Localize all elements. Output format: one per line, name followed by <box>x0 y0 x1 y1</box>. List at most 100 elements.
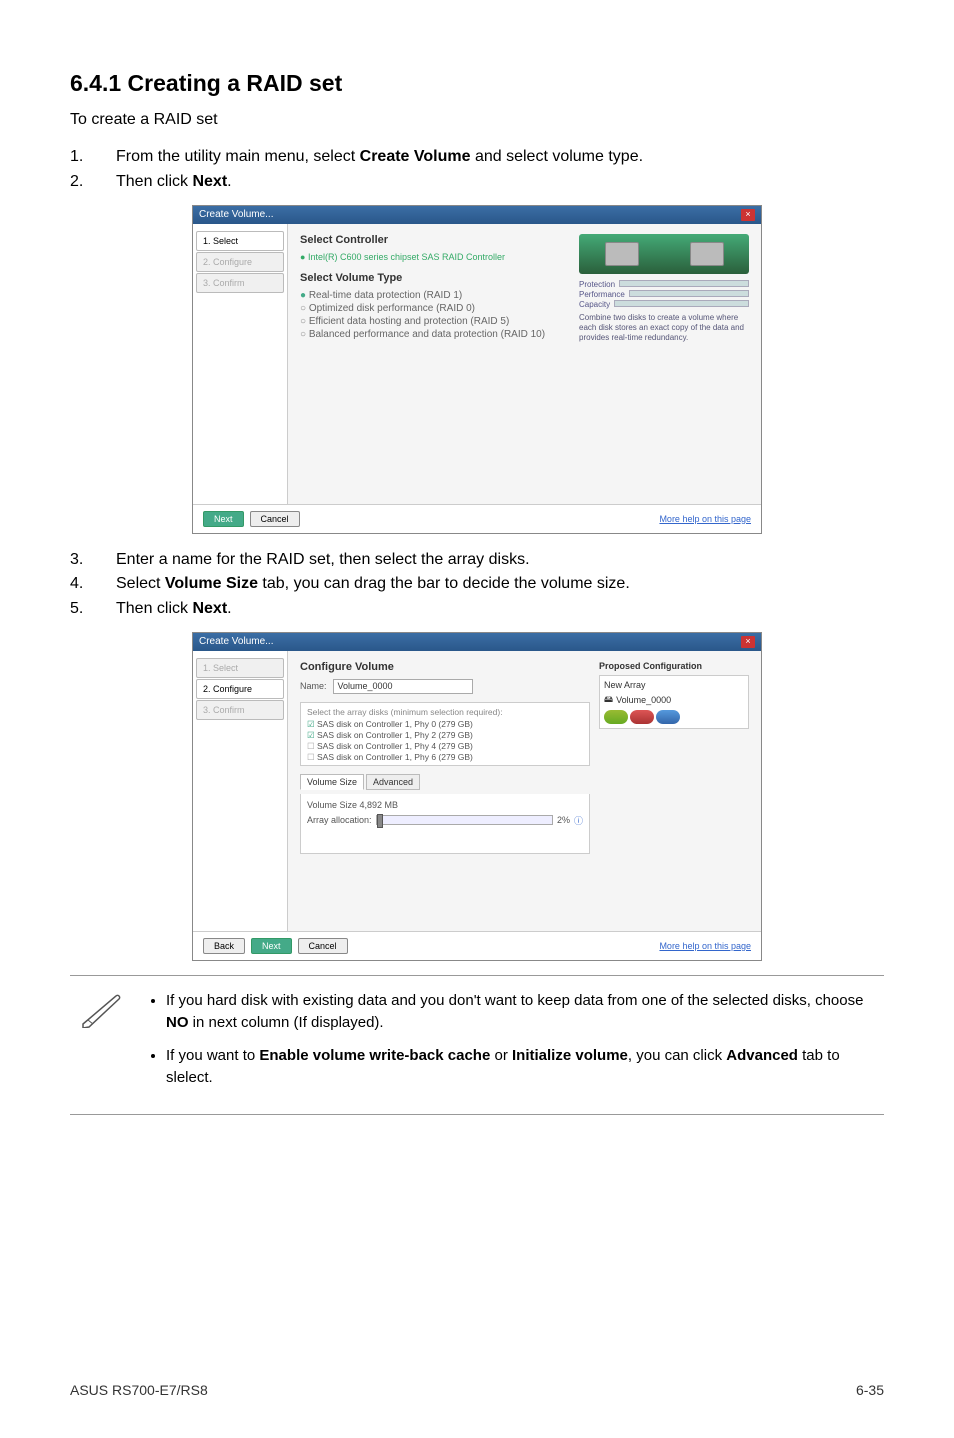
note-block: If you hard disk with existing data and … <box>70 975 884 1115</box>
window-titlebar: Create Volume... × <box>193 633 761 651</box>
wizard-footer: Back Next Cancel More help on this page <box>193 931 761 960</box>
radio-raid5[interactable]: Efficient data hosting and protection (R… <box>300 316 560 327</box>
radio-raid1[interactable]: Real-time data protection (RAID 1) <box>300 290 560 301</box>
note-text: If you want to <box>166 1047 259 1064</box>
step-text: Select Volume Size tab, you can drag the… <box>116 572 884 597</box>
more-help-link[interactable]: More help on this page <box>659 941 751 951</box>
disk-option[interactable]: SAS disk on Controller 1, Phy 2 (279 GB) <box>307 730 583 741</box>
allocation-percent: 2% <box>557 815 570 825</box>
disk-option[interactable]: SAS disk on Controller 1, Phy 0 (279 GB) <box>307 719 583 730</box>
meta-capacity-bar <box>614 300 749 307</box>
step-post: . <box>227 173 231 190</box>
step-number: 5. <box>70 597 116 622</box>
step-pre: Then click <box>116 600 192 617</box>
step-pre: From the utility main menu, select <box>116 148 360 165</box>
wizard-step-select[interactable]: 1. Select <box>196 658 284 678</box>
step-post: . <box>227 600 231 617</box>
step-text: Then click Next. <box>116 597 884 622</box>
radio-raid10[interactable]: Balanced performance and data protection… <box>300 329 560 340</box>
back-button[interactable]: Back <box>203 938 245 954</box>
step-post: and select volume type. <box>471 148 644 165</box>
wizard-step-configure[interactable]: 2. Configure <box>196 679 284 699</box>
page-footer: ASUS RS700-E7/RS8 6-35 <box>70 1382 884 1398</box>
array-allocation-label: Array allocation: <box>307 815 372 825</box>
footer-model: ASUS RS700-E7/RS8 <box>70 1382 208 1398</box>
volume-size-text: Volume Size 4,892 MB <box>307 800 583 810</box>
step-text: Enter a name for the RAID set, then sele… <box>116 548 884 573</box>
drive-illustration <box>579 234 749 274</box>
more-help-link[interactable]: More help on this page <box>659 514 751 524</box>
disk-option[interactable]: SAS disk on Controller 1, Phy 6 (279 GB) <box>307 752 583 763</box>
wizard-main-panel: Select Controller Intel(R) C600 series c… <box>288 224 761 504</box>
cancel-button[interactable]: Cancel <box>298 938 348 954</box>
proposed-volume-name: Volume_0000 <box>616 695 671 705</box>
close-icon[interactable]: × <box>741 209 755 221</box>
name-label: Name: <box>300 681 327 691</box>
wizard-step-configure[interactable]: 2. Configure <box>196 252 284 272</box>
allocation-slider[interactable] <box>376 815 553 825</box>
meta-performance-bar <box>629 290 749 297</box>
volume-name-input[interactable]: Volume_0000 <box>333 679 473 694</box>
step-pre: Enter a name for the RAID set, then sele… <box>116 551 530 568</box>
pencil-note-icon <box>80 990 124 1028</box>
screenshot-create-volume-configure: Create Volume... × 1. Select 2. Configur… <box>192 632 762 961</box>
radio-raid0[interactable]: Optimized disk performance (RAID 0) <box>300 303 560 314</box>
note-item: If you want to Enable volume write-back … <box>166 1045 884 1090</box>
proposed-config-panel: Proposed Configuration New Array 🖴 Volum… <box>599 661 749 729</box>
steps-block-1: 1. From the utility main menu, select Cr… <box>70 145 884 195</box>
wizard-footer: Next Cancel More help on this page <box>193 504 761 533</box>
note-text: or <box>490 1047 512 1064</box>
disk-hint: Select the array disks (minimum selectio… <box>307 707 583 717</box>
cancel-button[interactable]: Cancel <box>250 511 300 527</box>
tab-advanced[interactable]: Advanced <box>366 774 420 790</box>
info-icon[interactable]: ⓘ <box>574 814 583 827</box>
note-text: , you can click <box>628 1047 726 1064</box>
note-list: If you hard disk with existing data and … <box>148 990 884 1100</box>
step-pre: Then click <box>116 173 192 190</box>
note-bold: NO <box>166 1014 189 1031</box>
step-number: 3. <box>70 548 116 573</box>
footer-page-number: 6-35 <box>856 1382 884 1398</box>
step-text: From the utility main menu, select Creat… <box>116 145 884 170</box>
intro-text: To create a RAID set <box>70 111 884 129</box>
step-text: Then click Next. <box>116 170 884 195</box>
step-number: 4. <box>70 572 116 597</box>
step-number: 2. <box>70 170 116 195</box>
disk-option[interactable]: SAS disk on Controller 1, Phy 4 (279 GB) <box>307 741 583 752</box>
volume-size-panel: Volume Size 4,892 MB Array allocation: 2… <box>300 794 590 854</box>
note-item: If you hard disk with existing data and … <box>166 990 884 1035</box>
wizard-step-select[interactable]: 1. Select <box>196 231 284 251</box>
step-bold: Next <box>192 600 227 617</box>
note-bold: Initialize volume <box>512 1047 628 1064</box>
note-bold: Enable volume write-back cache <box>259 1047 490 1064</box>
wizard-step-confirm[interactable]: 3. Confirm <box>196 273 284 293</box>
meta-protection-label: Protection <box>579 280 615 289</box>
volume-preview-panel: Protection Performance Capacity Combine … <box>579 234 749 344</box>
disk-selection-list: Select the array disks (minimum selectio… <box>300 702 590 766</box>
close-icon[interactable]: × <box>741 636 755 648</box>
step-bold: Next <box>192 173 227 190</box>
step-post: tab, you can drag the bar to decide the … <box>258 575 630 592</box>
proposed-config-heading: Proposed Configuration <box>599 661 749 671</box>
step-bold: Create Volume <box>360 148 471 165</box>
tab-volume-size[interactable]: Volume Size <box>300 774 364 790</box>
next-button[interactable]: Next <box>251 938 292 954</box>
wizard-steps-sidebar: 1. Select 2. Configure 3. Confirm <box>193 651 288 931</box>
volume-type-description: Combine two disks to create a volume whe… <box>579 313 749 344</box>
meta-protection-bar <box>619 280 749 287</box>
section-heading: 6.4.1 Creating a RAID set <box>70 70 884 97</box>
window-title: Create Volume... <box>199 209 273 220</box>
disk-chips <box>604 710 744 724</box>
step-number: 1. <box>70 145 116 170</box>
window-titlebar: Create Volume... × <box>193 206 761 224</box>
next-button[interactable]: Next <box>203 511 244 527</box>
volume-type-radio-group: Real-time data protection (RAID 1) Optim… <box>300 290 560 340</box>
note-text: in next column (If displayed). <box>189 1014 384 1031</box>
step-bold: Volume Size <box>165 575 258 592</box>
window-title: Create Volume... <box>199 636 273 647</box>
volume-icon: 🖴 <box>604 692 613 708</box>
screenshot-create-volume-select: Create Volume... × 1. Select 2. Configur… <box>192 205 762 534</box>
wizard-steps-sidebar: 1. Select 2. Configure 3. Confirm <box>193 224 288 504</box>
note-bold: Advanced <box>726 1047 798 1064</box>
wizard-step-confirm[interactable]: 3. Confirm <box>196 700 284 720</box>
